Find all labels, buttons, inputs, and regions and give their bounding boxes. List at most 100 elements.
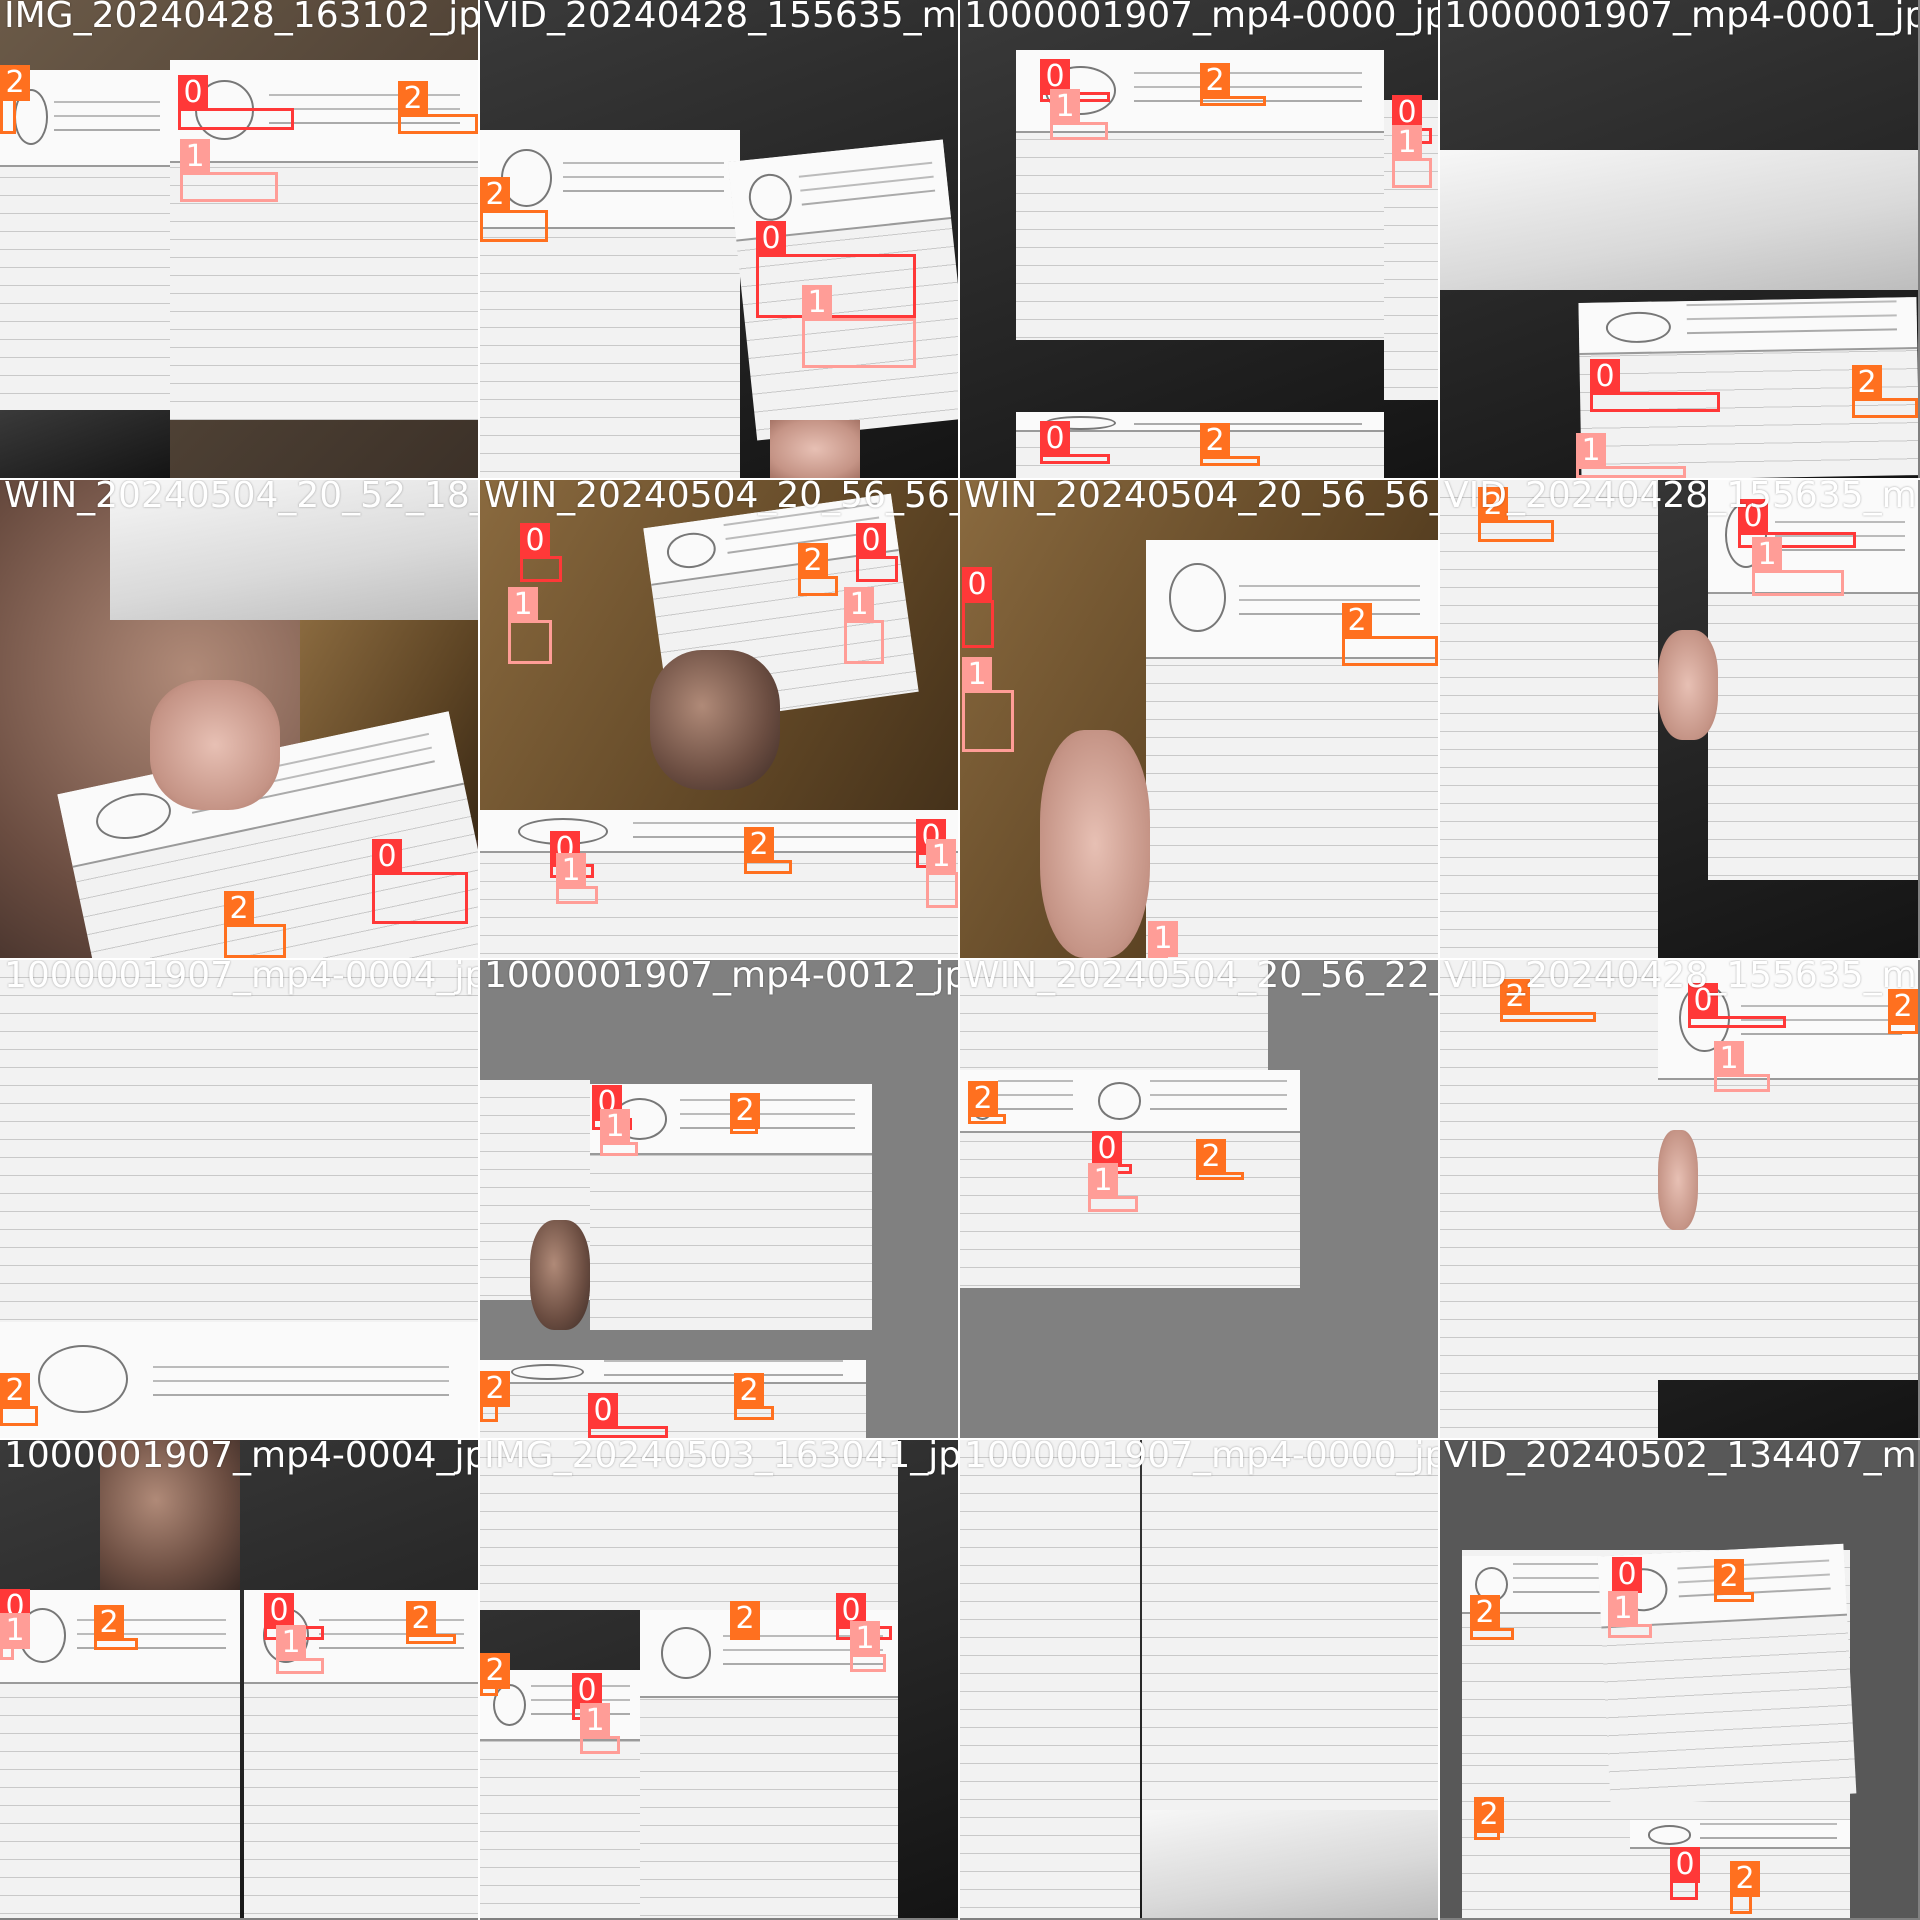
mosaic-tile: 0 1 2 2 0 2 1000001907_mp4-0012_jpg xyxy=(480,960,958,1438)
detection-box: 2 xyxy=(94,1605,138,1650)
detection-box: 0 xyxy=(372,839,468,924)
mosaic-tile: 2 0 1 2 0 1 IMG_20240503_163041_jpg xyxy=(480,1440,958,1918)
grid-divider xyxy=(1438,0,1440,1920)
exam-sheet xyxy=(1462,1556,1622,1756)
tile-title: IMG_20240428_163102_jpg.rf.5e43... xyxy=(4,0,478,36)
grid-divider xyxy=(478,0,480,1920)
detection-box: 2 xyxy=(1196,1139,1244,1180)
hand xyxy=(1658,630,1718,740)
detection-box: 2 xyxy=(480,1653,510,1696)
detection-box: 2 xyxy=(480,1371,510,1422)
paper-stack xyxy=(1142,1810,1438,1918)
mosaic-tile: 2 1000001907_mp4-0004_jpg xyxy=(0,960,478,1438)
detection-box: 1 xyxy=(276,1625,324,1674)
tile-title: VID_20240428_155635_mp xyxy=(1444,960,1918,996)
mosaic-tile: 0 2 1 1000001907_mp4-0001_jpg xyxy=(1440,0,1918,478)
detection-box: 0 xyxy=(1040,421,1110,464)
person xyxy=(530,1220,590,1330)
detection-box: 2 xyxy=(1342,603,1438,666)
detection-box: 1 xyxy=(802,285,916,368)
tile-title: WIN_20240504_20_56_56_Pro_mp4-0006_jpg xyxy=(484,480,958,516)
grid-divider xyxy=(0,958,1920,960)
detection-box: 1 xyxy=(850,1621,886,1672)
detection-box: 2 xyxy=(968,1081,1006,1124)
mosaic-tile: 0 1 2 1 WIN_20240504_20_56_56_Pro_mp4-00… xyxy=(960,480,1438,958)
tile-title: IMG_20240503_163041_jpg xyxy=(484,1440,958,1476)
detection-box: 2 xyxy=(406,1601,456,1644)
mosaic-tile: 0 1 2 0 2 0 1 1000001907_mp4-0000_jpg.rf… xyxy=(960,0,1438,478)
detection-box: 1 xyxy=(580,1703,620,1754)
mosaic-tile: 1000001907_mp4-0000_jpg xyxy=(960,1440,1438,1918)
detection-box: 1 xyxy=(180,139,278,202)
tile-title: WIN_20240504_20_52_18_Pro_mp4-0000_jpg xyxy=(4,480,478,516)
mosaic-tile: 2 0 WIN_20240504_20_52_18_Pro_mp4-0000_j… xyxy=(0,480,478,958)
detection-box: 0 xyxy=(520,523,562,582)
detection-box: 0 xyxy=(756,221,916,318)
paper-stack xyxy=(0,1322,478,1438)
mosaic-tile: 0 1 2 0 1 2 1000001907_mp4-0004_jpg xyxy=(0,1440,478,1918)
grid-divider xyxy=(0,478,1920,480)
detection-box: 1 xyxy=(0,1613,30,1660)
mosaic-tile: 0 1 2 0 1 0 1 2 0 1 WIN_20240504_20_56_5… xyxy=(480,480,958,958)
hand xyxy=(150,680,280,810)
detection-box: 2 xyxy=(798,543,838,596)
exam-sheet xyxy=(1146,540,1438,958)
tile-title: 1000001907_mp4-0001_jpg xyxy=(1444,0,1918,36)
exam-sheet xyxy=(0,70,170,410)
tile-title: 1000001907_mp4-0000_jpg.rf.5e43-0000_jpg xyxy=(964,0,1438,36)
tile-title: VID_20240428_155635_mp xyxy=(1444,480,1918,516)
tile-title: VID_20240502_134407_mp xyxy=(1444,1440,1918,1476)
detection-box: 2 xyxy=(0,1373,38,1426)
tile-title: VID_20240428_155635_mp4-0000_jpg.rf.5e43… xyxy=(484,0,958,36)
exam-sheet xyxy=(1440,960,1658,1438)
detection-box: 2 xyxy=(398,81,478,134)
mosaic-tile: 2 0 1 2 WIN_20240504_20_56_22_50_Pro xyxy=(960,960,1438,1438)
tile-title: 1000001907_mp4-0004_jpg xyxy=(4,960,478,996)
tile-title: 1000001907_mp4-0000_jpg xyxy=(964,1440,1438,1476)
detection-box: 2 xyxy=(1888,989,1918,1034)
detection-box: 0 xyxy=(178,75,294,130)
detection-box: 2 xyxy=(1474,1797,1504,1840)
detection-box: 2 xyxy=(1470,1595,1514,1640)
exam-sheet xyxy=(480,130,740,478)
tile-title: 1000001907_mp4-0004_jpg xyxy=(4,1440,478,1476)
detection-box: 1 xyxy=(1752,537,1844,596)
detection-box: 1 xyxy=(508,587,552,664)
detection-box: 2 xyxy=(1478,487,1554,542)
detection-box: 0 xyxy=(962,567,994,648)
exam-sheet xyxy=(1440,480,1658,958)
mosaic-tile: 2 0 1 2 IMG_20240428_163102_jpg.rf.5e43.… xyxy=(0,0,478,478)
exam-sheet xyxy=(480,1670,640,1918)
detection-box: 1 xyxy=(1608,1591,1652,1638)
detection-box: 2 xyxy=(1730,1861,1760,1914)
mosaic-tile: 2 0 1 VID_20240428_155635_mp4-0000_jpg.r… xyxy=(480,0,958,478)
detection-box: 2 xyxy=(0,65,30,134)
detection-box: 0 xyxy=(1670,1847,1700,1900)
detection-box: 1 xyxy=(926,839,958,908)
hand xyxy=(1658,1130,1698,1230)
tile-title: WIN_20240504_20_56_56_Pro_mp4-0006_jpg xyxy=(964,480,1438,516)
grid-divider xyxy=(0,1438,1920,1440)
detection-box: 2 xyxy=(480,177,548,242)
detection-box: 1 xyxy=(1050,89,1108,140)
detection-box: 1 xyxy=(1576,433,1686,478)
detection-box: 2 xyxy=(1714,1559,1754,1602)
person xyxy=(650,650,780,790)
photo-background xyxy=(0,410,170,478)
hand xyxy=(770,420,860,478)
detection-box: 2 xyxy=(1500,979,1596,1022)
detection-box: 2 xyxy=(1200,423,1260,466)
tile-title: WIN_20240504_20_56_22_50_Pro xyxy=(964,960,1438,996)
detection-box: 1 xyxy=(1088,1163,1138,1212)
mosaic-tile: 2 0 1 2 2 0 2 VID_20240502_134407_mp xyxy=(1440,1440,1918,1918)
paper-stack xyxy=(1440,150,1918,290)
detection-box: 2 xyxy=(734,1373,774,1420)
mosaic-grid: 2 0 1 2 IMG_20240428_163102_jpg.rf.5e43.… xyxy=(0,0,1920,1920)
detection-box: 2 xyxy=(224,891,286,958)
detection-box: 2 xyxy=(1852,365,1918,418)
detection-box: 2 xyxy=(1200,63,1266,106)
exam-sheet xyxy=(0,960,278,1322)
detection-box: 1 xyxy=(1714,1041,1770,1092)
detection-box: 0 xyxy=(1590,359,1720,412)
exam-sheet xyxy=(960,1440,1140,1918)
